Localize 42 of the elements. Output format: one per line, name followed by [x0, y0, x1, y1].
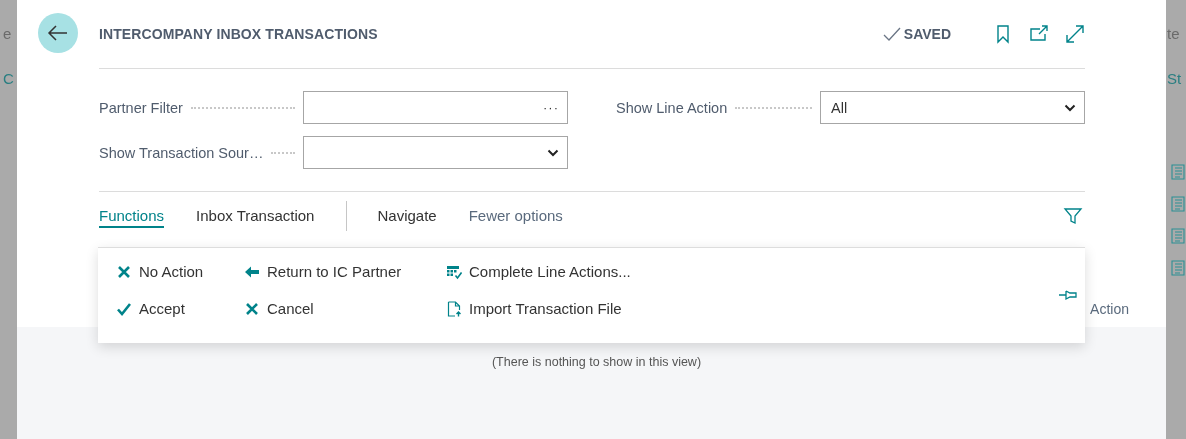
document-icon	[1171, 228, 1185, 244]
column-header[interactable]: Action	[1090, 301, 1129, 317]
action-tab[interactable]: Navigate	[377, 203, 437, 228]
field-label: Partner Filter	[99, 99, 183, 116]
check-icon	[882, 27, 901, 41]
menu-item[interactable]: No Action	[116, 261, 244, 282]
chevron-down-icon	[547, 148, 559, 157]
filter-icon[interactable]	[1063, 205, 1083, 226]
empty-message: (There is nothing to show in this view)	[491, 355, 702, 369]
menu-item[interactable]: Cancel	[244, 298, 446, 319]
field-label: Show Line Action	[616, 99, 728, 116]
background-text: St	[1167, 71, 1183, 86]
menu-item[interactable]: Complete Line Actions...	[446, 261, 631, 282]
calendar-check-icon	[446, 263, 462, 280]
menu-item[interactable]: Return to IC Partner	[244, 261, 446, 282]
cross-icon	[116, 263, 132, 280]
document-icon	[1171, 164, 1185, 180]
file-upload-icon	[446, 300, 462, 317]
expand-icon[interactable]	[1065, 24, 1085, 44]
fewer-options-link[interactable]: Fewer options	[468, 207, 563, 224]
dropdown-field[interactable]: All	[820, 91, 1085, 124]
menu-item[interactable]: Accept	[116, 298, 244, 319]
page-title: INTERCOMPANY INBOX TRANSACTIONS	[99, 26, 379, 42]
background-text: e	[3, 26, 13, 41]
pin-icon[interactable]	[1058, 289, 1078, 301]
back-arrow-icon	[47, 24, 69, 42]
input-field[interactable]: ···	[303, 91, 568, 124]
field-label: Show Transaction Sour…	[99, 144, 264, 161]
saved-status: SAVED	[882, 26, 951, 42]
action-tab[interactable]: Inbox Transaction	[196, 203, 315, 228]
background-text: C	[3, 71, 15, 86]
back-button[interactable]	[38, 13, 78, 53]
menu-item[interactable]: Import Transaction File	[446, 298, 631, 319]
chevron-down-icon	[1064, 103, 1076, 112]
document-icon	[1171, 196, 1185, 212]
cross-icon	[244, 300, 260, 317]
action-tab[interactable]: Functions	[99, 203, 165, 228]
background-text: te	[1167, 26, 1181, 41]
dropdown-field[interactable]	[303, 136, 568, 169]
open-new-window-icon[interactable]	[1029, 24, 1049, 44]
lookup-button[interactable]: ···	[543, 100, 559, 115]
document-icon	[1171, 260, 1185, 276]
